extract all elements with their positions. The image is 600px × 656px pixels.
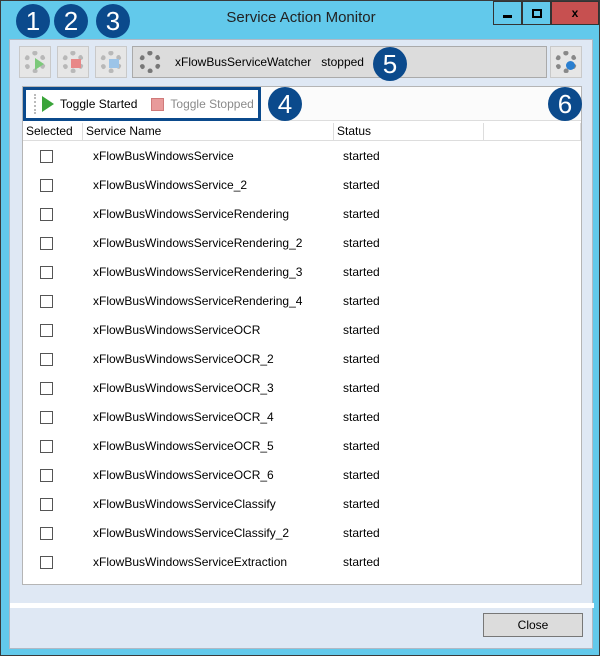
row-checkbox[interactable] xyxy=(40,150,53,163)
service-status: started xyxy=(343,410,380,424)
row-checkbox[interactable] xyxy=(40,295,53,308)
column-header-status[interactable]: Status xyxy=(334,123,484,141)
refresh-watcher-button[interactable] xyxy=(550,46,582,78)
close-button[interactable]: Close xyxy=(483,613,583,637)
row-checkbox[interactable] xyxy=(40,411,53,424)
stop-icon xyxy=(151,97,165,111)
close-window-button[interactable]: x xyxy=(551,1,599,25)
toggle-started-button[interactable]: Toggle Started xyxy=(60,97,137,111)
service-status: started xyxy=(343,236,380,250)
minimize-button[interactable] xyxy=(493,1,522,25)
divider xyxy=(10,603,594,608)
callout-badge-2: 2 xyxy=(54,4,88,38)
table-row[interactable]: xFlowBusWindowsServiceRendering_2 started xyxy=(23,229,581,258)
table-row[interactable]: xFlowBusWindowsServiceOCR_2 started xyxy=(23,345,581,374)
services-grid: Toggle Started Toggle Stopped 4 6 Select… xyxy=(22,86,582,585)
service-name: xFlowBusWindowsServiceRendering_4 xyxy=(93,294,303,308)
service-status: started xyxy=(343,149,380,163)
service-status: started xyxy=(343,178,380,192)
callout-badge-4: 4 xyxy=(268,87,302,121)
row-checkbox[interactable] xyxy=(40,556,53,569)
table-row[interactable]: xFlowBusWindowsServiceRendering_3 started xyxy=(23,258,581,287)
service-status: started xyxy=(343,439,380,453)
gear-play-icon xyxy=(24,51,46,73)
service-status: started xyxy=(343,207,380,221)
service-status: started xyxy=(343,323,380,337)
table-row[interactable]: xFlowBusWindowsServiceClassify started xyxy=(23,490,581,519)
table-row[interactable]: xFlowBusWindowsServiceRendering_4 started xyxy=(23,287,581,316)
column-header-blank xyxy=(484,123,581,141)
play-icon xyxy=(42,96,54,112)
row-checkbox[interactable] xyxy=(40,353,53,366)
close-icon: x xyxy=(571,6,579,20)
column-header-selected[interactable]: Selected xyxy=(23,123,83,141)
toolstrip: Toggle Started Toggle Stopped 4 6 xyxy=(23,87,582,121)
service-status: started xyxy=(343,555,380,569)
watcher-name: xFlowBusServiceWatcher xyxy=(175,55,312,69)
service-name: xFlowBusWindowsServiceClassify_2 xyxy=(93,526,290,540)
stop-service-button[interactable] xyxy=(57,46,89,78)
service-name: xFlowBusWindowsServiceRendering_2 xyxy=(93,236,303,250)
service-status: started xyxy=(343,352,380,366)
service-status: started xyxy=(343,526,380,540)
row-checkbox[interactable] xyxy=(40,440,53,453)
service-name: xFlowBusWindowsServiceOCR_2 xyxy=(93,352,274,366)
row-checkbox[interactable] xyxy=(40,382,53,395)
gear-stop-icon xyxy=(62,51,84,73)
service-name: xFlowBusWindowsService_2 xyxy=(93,178,248,192)
minimize-icon xyxy=(503,14,512,18)
table-row[interactable]: xFlowBusWindowsServiceOCR_4 started xyxy=(23,403,581,432)
row-checkbox[interactable] xyxy=(40,266,53,279)
row-checkbox[interactable] xyxy=(40,324,53,337)
table-row[interactable]: xFlowBusWindowsServiceRendering started xyxy=(23,200,581,229)
service-name: xFlowBusWindowsServiceOCR_3 xyxy=(93,381,274,395)
service-name: xFlowBusWindowsServiceOCR_4 xyxy=(93,410,274,424)
maximize-button[interactable] xyxy=(522,1,551,25)
table-row[interactable]: xFlowBusWindowsServiceClassify_2 started xyxy=(23,519,581,548)
callout-badge-3: 3 xyxy=(96,4,130,38)
callout-badge-1: 1 xyxy=(16,4,50,38)
callout-badge-5: 5 xyxy=(373,47,407,81)
service-status: started xyxy=(343,468,380,482)
table-row[interactable]: xFlowBusWindowsService_2 started xyxy=(23,171,581,200)
client-area: xFlowBusServiceWatcher stopped 5 Toggle … xyxy=(9,39,594,649)
window: Service Action Monitor x 1 2 3 xFlowBusS… xyxy=(0,0,600,656)
table-row[interactable]: xFlowBusWindowsServiceExtraction started xyxy=(23,548,581,577)
table-row[interactable]: xFlowBusWindowsServiceOCR_6 started xyxy=(23,461,581,490)
service-name: xFlowBusWindowsServiceRendering xyxy=(93,207,290,221)
column-header-service-name[interactable]: Service Name xyxy=(83,123,334,141)
service-status: started xyxy=(343,265,380,279)
service-status: started xyxy=(343,294,380,308)
callout-badge-6: 6 xyxy=(548,87,582,121)
row-checkbox[interactable] xyxy=(40,179,53,192)
service-name: xFlowBusWindowsServiceOCR_5 xyxy=(93,439,274,453)
row-checkbox[interactable] xyxy=(40,498,53,511)
gear-pause-icon xyxy=(100,51,122,73)
toggle-stopped-button[interactable]: Toggle Stopped xyxy=(170,97,253,111)
service-name: xFlowBusWindowsServiceOCR_6 xyxy=(93,468,274,482)
row-checkbox[interactable] xyxy=(40,237,53,250)
pause-service-button[interactable] xyxy=(95,46,127,78)
service-name: xFlowBusWindowsService xyxy=(93,149,234,163)
service-name: xFlowBusWindowsServiceRendering_3 xyxy=(93,265,303,279)
table-row[interactable]: xFlowBusWindowsService started xyxy=(23,142,581,171)
row-checkbox[interactable] xyxy=(40,208,53,221)
row-checkbox[interactable] xyxy=(40,469,53,482)
service-status: started xyxy=(343,381,380,395)
maximize-icon xyxy=(531,8,542,18)
row-checkbox[interactable] xyxy=(40,527,53,540)
table-row[interactable]: xFlowBusWindowsServiceOCR_5 started xyxy=(23,432,581,461)
gear-refresh-icon xyxy=(555,51,577,73)
service-name: xFlowBusWindowsServiceOCR xyxy=(93,323,261,337)
service-status: started xyxy=(343,497,380,511)
start-service-button[interactable] xyxy=(19,46,51,78)
table-row[interactable]: xFlowBusWindowsServiceOCR_3 started xyxy=(23,374,581,403)
toggle-group: Toggle Started Toggle Stopped xyxy=(23,87,261,121)
watcher-status-panel: xFlowBusServiceWatcher stopped 5 xyxy=(132,46,547,81)
watcher-status: stopped xyxy=(321,55,364,69)
service-name: xFlowBusWindowsServiceExtraction xyxy=(93,555,288,569)
watcher-gear-icon xyxy=(139,51,161,73)
service-name: xFlowBusWindowsServiceClassify xyxy=(93,497,276,511)
table-row[interactable]: xFlowBusWindowsServiceOCR started xyxy=(23,316,581,345)
